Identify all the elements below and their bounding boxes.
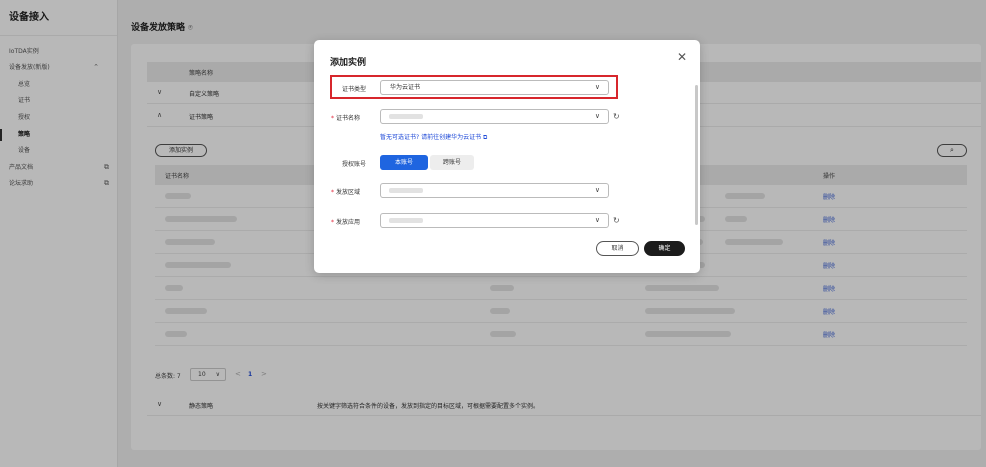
cancel-button[interactable]: 取消 (596, 241, 639, 256)
confirm-button[interactable]: 确定 (644, 241, 685, 256)
add-instance-dialog: 添加实例 ✕ 证书类型 华为云证书 ∨ * 证书名称 ∨ ↻ 暂无可选证书? 请前… (314, 40, 700, 273)
cert-name-label: * 证书名称 (331, 115, 361, 122)
chevron-down-icon: ∨ (594, 186, 600, 194)
cross-account-option[interactable]: 跨账号 (430, 155, 474, 170)
app-label: * 发放应用 (331, 219, 361, 226)
cert-type-select[interactable]: 华为云证书 ∨ (380, 80, 609, 95)
cert-type-value: 华为云证书 (390, 84, 421, 91)
this-account-option[interactable]: 本账号 (380, 155, 428, 170)
placeholder-bar (389, 114, 423, 119)
close-icon[interactable]: ✕ (677, 50, 687, 64)
chevron-down-icon: ∨ (594, 216, 600, 224)
dialog-title: 添加实例 (330, 58, 367, 68)
region-select[interactable]: ∨ (380, 183, 609, 198)
chevron-down-icon: ∨ (594, 83, 600, 91)
refresh-icon[interactable]: ↻ (613, 216, 620, 225)
chevron-down-icon: ∨ (594, 112, 600, 120)
region-label: * 发放区域 (331, 189, 361, 196)
dialog-scrollbar[interactable] (695, 85, 698, 225)
placeholder-bar (389, 218, 423, 223)
create-cert-link[interactable]: 暂无可选证书? 请前往创建华为云证书 ⧉ (380, 132, 487, 142)
cert-name-select[interactable]: ∨ (380, 109, 609, 124)
refresh-icon[interactable]: ↻ (613, 112, 620, 121)
cert-type-label: 证书类型 (342, 86, 367, 93)
placeholder-bar (389, 188, 423, 193)
app-select[interactable]: ∨ (380, 213, 609, 228)
auth-account-label: 授权账号 (342, 161, 367, 168)
